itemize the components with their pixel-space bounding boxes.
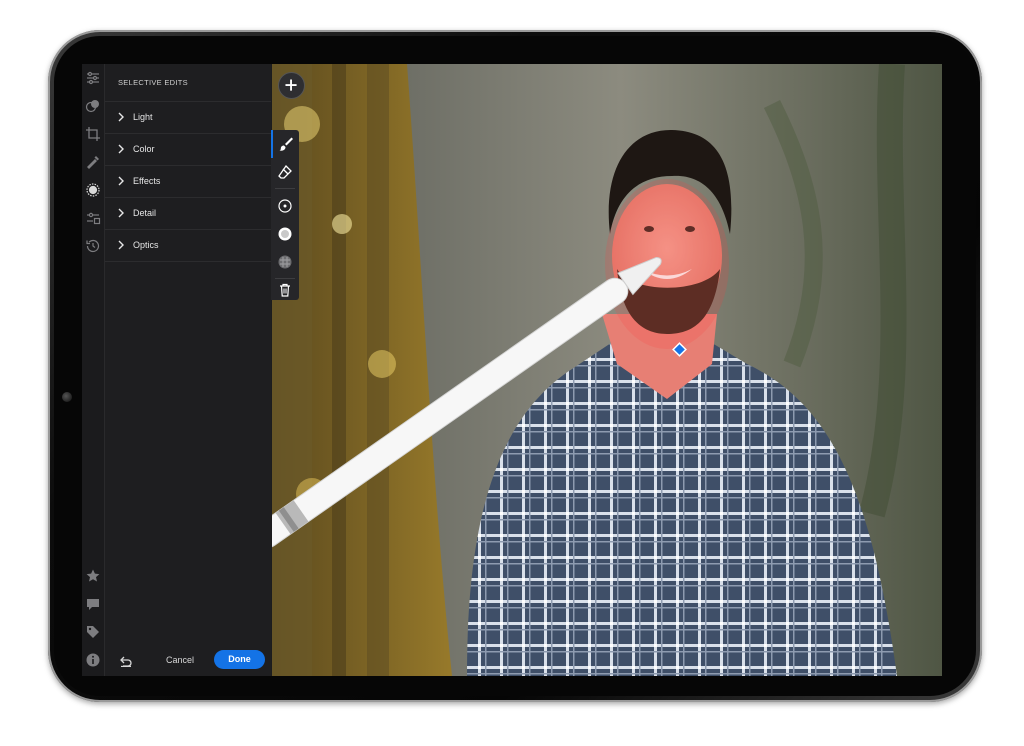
radial-gradient-icon	[278, 199, 292, 213]
mask-overlay-tool-button[interactable]	[271, 248, 299, 276]
section-label: Detail	[133, 208, 157, 218]
chevron-right-icon	[118, 176, 124, 186]
chevron-right-icon	[118, 144, 124, 154]
geometry-icon[interactable]	[85, 210, 101, 226]
linear-gradient-icon	[278, 227, 292, 241]
info-icon[interactable]	[85, 652, 101, 668]
radial-gradient-tool-button[interactable]	[271, 192, 299, 220]
comment-icon[interactable]	[85, 596, 101, 612]
brush-icon	[279, 137, 293, 151]
photo-canvas[interactable]	[272, 64, 942, 676]
section-effects[interactable]: Effects	[105, 165, 271, 197]
mask-tool-strip	[271, 130, 299, 300]
add-mask-button[interactable]	[278, 72, 305, 99]
trash-icon	[280, 283, 290, 297]
done-button[interactable]: Done	[214, 650, 265, 669]
eraser-tool-button[interactable]	[271, 158, 299, 186]
section-label: Color	[133, 144, 155, 154]
section-label: Optics	[133, 240, 159, 250]
front-camera	[62, 392, 72, 402]
divider	[275, 278, 295, 279]
chevron-right-icon	[118, 208, 124, 218]
section-label: Light	[133, 112, 153, 122]
crop-icon[interactable]	[85, 126, 101, 142]
eraser-icon	[278, 164, 292, 179]
portrait-photo	[272, 64, 942, 676]
history-icon[interactable]	[85, 238, 101, 254]
presets-icon[interactable]	[85, 98, 101, 114]
app-screen: SELECTIVE EDITS Light Color Effects Deta…	[82, 64, 942, 676]
cancel-button[interactable]: Cancel	[166, 655, 194, 665]
section-light[interactable]: Light	[105, 101, 271, 133]
tag-icon[interactable]	[85, 624, 101, 640]
section-detail[interactable]: Detail	[105, 197, 271, 229]
section-color[interactable]: Color	[105, 133, 271, 165]
sliders-icon[interactable]	[85, 70, 101, 86]
selective-edits-panel: SELECTIVE EDITS Light Color Effects Deta…	[105, 64, 271, 676]
plus-icon	[285, 79, 297, 91]
undo-icon[interactable]	[119, 655, 133, 667]
brush-tool-button[interactable]	[271, 130, 299, 158]
star-icon[interactable]	[85, 568, 101, 584]
delete-mask-button[interactable]	[271, 282, 299, 310]
selective-icon[interactable]	[85, 182, 101, 198]
left-tool-rail	[82, 64, 105, 676]
linear-gradient-tool-button[interactable]	[271, 220, 299, 248]
chevron-right-icon	[118, 112, 124, 122]
panel-title: SELECTIVE EDITS	[118, 78, 188, 87]
section-optics[interactable]: Optics	[105, 229, 271, 262]
panel-footer: Cancel Done	[105, 646, 271, 676]
healing-icon[interactable]	[85, 154, 101, 170]
mask-overlay-icon	[278, 255, 292, 269]
section-label: Effects	[133, 176, 161, 186]
divider	[275, 188, 295, 189]
chevron-right-icon	[118, 240, 124, 250]
